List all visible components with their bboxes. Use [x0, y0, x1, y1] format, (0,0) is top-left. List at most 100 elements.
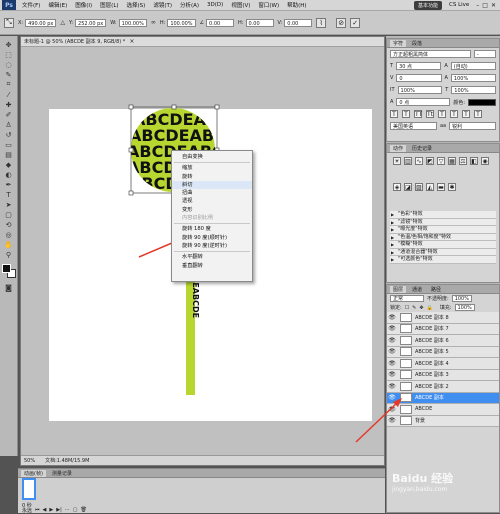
cancel-transform-icon[interactable]: ⊘	[336, 17, 347, 28]
menu-item-perspective[interactable]: 透视	[172, 197, 252, 205]
font-style-select[interactable]: -	[474, 50, 496, 58]
tab-history[interactable]: 历史记录	[409, 145, 435, 152]
minimize-icon[interactable]: –	[476, 2, 479, 9]
faux-bold-button[interactable]: T	[390, 110, 398, 118]
menu-item-warp[interactable]: 变形	[172, 206, 252, 214]
angle-field[interactable]: ∠ 0.00	[200, 18, 235, 27]
menu-item-rotate-90-cw[interactable]: 旋转 90 度(顺时针)	[172, 234, 252, 242]
animation-frame-1[interactable]	[22, 478, 36, 500]
menu-window[interactable]: 窗口(W)	[254, 1, 283, 9]
blur-tool-icon[interactable]: ◆	[2, 160, 16, 169]
h-input[interactable]: 100.00%	[167, 18, 196, 27]
zoom-level[interactable]: 50%	[24, 458, 35, 464]
lock-all-icon[interactable]: 🔒	[427, 305, 433, 311]
brightness-icon[interactable]: ☀	[393, 157, 401, 165]
layer-row[interactable]: 👁 ABCDE 副本 5	[387, 346, 499, 358]
dodge-tool-icon[interactable]: ◐	[2, 170, 16, 179]
blend-mode-select[interactable]: 正常	[390, 295, 424, 302]
menu-item-flip-vertical[interactable]: 垂直翻转	[172, 262, 252, 270]
x-field[interactable]: X: 490.00 px	[18, 18, 57, 27]
path-select-tool-icon[interactable]: ➤	[2, 200, 16, 209]
hand-tool-icon[interactable]: ✋	[2, 240, 16, 249]
tracking-input[interactable]: 100%	[450, 74, 496, 82]
transform-handle-t[interactable]	[171, 104, 177, 110]
layer-row[interactable]: 👁 ABCDE 副本 6	[387, 335, 499, 347]
menu-help[interactable]: 帮助(H)	[283, 1, 310, 9]
subscript-button[interactable]: T	[450, 110, 458, 118]
warp-mode-icon[interactable]: ⌇	[316, 17, 327, 28]
bw-icon[interactable]: ◧	[470, 157, 478, 165]
menu-edit[interactable]: 编辑(E)	[44, 1, 71, 9]
menu-item-rotate-90-ccw[interactable]: 旋转 90 度(逆时针)	[172, 242, 252, 250]
tab-actions[interactable]: 动作	[390, 144, 407, 152]
relative-position-icon[interactable]: △	[60, 19, 65, 26]
channel-mixer-icon[interactable]: ◈	[393, 183, 401, 191]
action-item[interactable]: "滤镜"特效	[390, 218, 496, 226]
move-tool-icon[interactable]: ✥	[2, 40, 16, 49]
transform-handle-bl[interactable]	[128, 190, 134, 196]
document-tab[interactable]: 未标题-1 @ 50% (ABCDE 副本 9, RGB/8) * ×	[21, 37, 384, 47]
tab-animation[interactable]: 动画(帧)	[21, 469, 46, 477]
visibility-eye-icon[interactable]: 👁	[387, 348, 397, 355]
menu-image[interactable]: 图像(I)	[71, 1, 96, 9]
transform-handle-l[interactable]	[128, 147, 134, 153]
font-family-select[interactable]: 方正超粗黑简体	[390, 50, 471, 58]
vskew-field[interactable]: V: 0.00	[278, 18, 313, 27]
layer-row[interactable]: 👁 ABCDE 副本 4	[387, 358, 499, 370]
hskew-field[interactable]: H: 0.00	[238, 18, 274, 27]
y-input[interactable]: 252.00 px	[75, 18, 107, 27]
w-field[interactable]: W: 100.00%	[110, 18, 147, 27]
tab-layers[interactable]: 图层	[390, 285, 407, 293]
3d-orbit-tool-icon[interactable]: ◎	[2, 230, 16, 239]
tab-character[interactable]: 字符	[390, 39, 407, 47]
close-window-icon[interactable]: ✕	[491, 2, 496, 9]
all-caps-button[interactable]: TT	[414, 110, 422, 118]
menu-item-skew[interactable]: 斜切	[172, 180, 252, 190]
visibility-eye-icon[interactable]: 👁	[387, 314, 397, 321]
link-icon[interactable]: ∞	[151, 19, 156, 26]
menu-file[interactable]: 文件(F)	[18, 1, 44, 9]
action-item[interactable]: "通道混合器"特效	[390, 248, 496, 256]
layer-row[interactable]: 👁 ABCDE 副本 7	[387, 323, 499, 335]
cs-live-button[interactable]: CS Live	[445, 2, 473, 8]
posterize-icon[interactable]: ▨	[415, 183, 423, 191]
zoom-tool-icon[interactable]: ⚲	[2, 250, 16, 259]
menu-item-distort[interactable]: 扭曲	[172, 189, 252, 197]
shape-tool-icon[interactable]: ▢	[2, 210, 16, 219]
color-balance-icon[interactable]: ⚖	[459, 157, 467, 165]
invert-icon[interactable]: ◪	[404, 183, 412, 191]
layer-row[interactable]: 👁 ABCDE 副本 3	[387, 369, 499, 381]
tab-channels[interactable]: 通道	[409, 286, 425, 293]
crop-tool-icon[interactable]: ⌗	[2, 80, 16, 89]
w-input[interactable]: 100.00%	[118, 18, 147, 27]
lasso-tool-icon[interactable]: ◌	[2, 60, 16, 69]
levels-icon[interactable]: ▥	[404, 157, 412, 165]
tab-paths[interactable]: 路径	[428, 286, 444, 293]
menu-analysis[interactable]: 分析(A)	[176, 1, 203, 9]
quick-select-tool-icon[interactable]: ✎	[2, 70, 16, 79]
vertical-scale-input[interactable]: 100%	[397, 86, 443, 94]
transform-handle-tl[interactable]	[128, 104, 134, 110]
tab-measurement-log[interactable]: 测量记录	[49, 470, 75, 477]
marquee-tool-icon[interactable]: ⬚	[2, 50, 16, 59]
commit-transform-icon[interactable]: ✓	[350, 17, 361, 28]
exposure-icon[interactable]: ◩	[426, 157, 434, 165]
menu-item-scale[interactable]: 缩放	[172, 164, 252, 172]
curves-icon[interactable]: ∿	[415, 157, 423, 165]
eraser-tool-icon[interactable]: ▭	[2, 140, 16, 149]
lock-move-icon[interactable]: ✥	[419, 305, 423, 311]
lock-paint-icon[interactable]: ✎	[412, 305, 416, 311]
fill-input[interactable]: 100%	[454, 304, 475, 311]
brush-tool-icon[interactable]: ✐	[2, 110, 16, 119]
photo-filter-icon[interactable]: ◉	[481, 157, 489, 165]
history-brush-tool-icon[interactable]: ↺	[2, 130, 16, 139]
menu-item-rotate[interactable]: 旋转	[172, 173, 252, 181]
strikethrough-button[interactable]: T	[474, 110, 482, 118]
gradient-tool-icon[interactable]: ▤	[2, 150, 16, 159]
close-document-icon[interactable]: ×	[129, 38, 134, 45]
transform-handle-tr[interactable]	[214, 104, 220, 110]
x-input[interactable]: 490.00 px	[25, 18, 57, 27]
action-item[interactable]: "色温/色相/饱和度"特效	[390, 233, 496, 241]
transform-tool-icon[interactable]: ⤡	[4, 17, 14, 28]
baseline-input[interactable]: 0 点	[396, 98, 451, 106]
